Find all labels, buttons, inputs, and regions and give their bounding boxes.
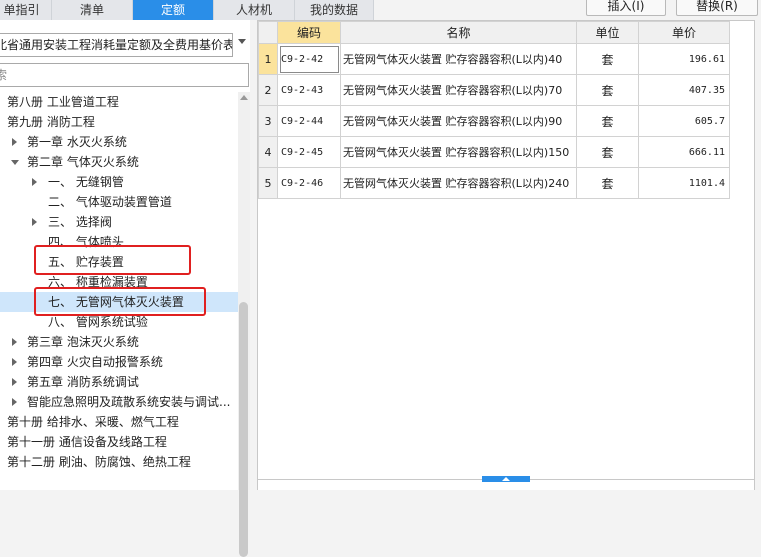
tree-node[interactable]: 二、 气体驱动装置管道 (0, 192, 238, 212)
replace-button[interactable]: 替换(R) (676, 0, 758, 16)
column-header-code[interactable]: 编码 (277, 21, 341, 44)
cell-code[interactable]: C9-2-42 (277, 43, 341, 75)
cell-unit[interactable]: 套 (576, 43, 639, 75)
cell-price[interactable]: 196.61 (638, 43, 730, 75)
cell-name[interactable]: 无管网气体灭火装置 贮存容器容积(L以内)70 (340, 74, 577, 106)
expand-arrow-icon[interactable] (12, 338, 17, 346)
tab-my-data[interactable]: 我的数据 (295, 0, 374, 20)
quota-grid-panel: 编码 名称 单位 单价 1 C9-2-42 无管网气体灭火装置 贮存容器容积(L… (257, 20, 755, 480)
scrollbar-thumb[interactable] (239, 302, 248, 557)
table-header-row: 编码 名称 单位 单价 (258, 21, 730, 44)
cell-code[interactable]: C9-2-43 (277, 74, 341, 106)
collapse-arrow-icon[interactable] (11, 160, 19, 165)
tree-node[interactable]: 第四章 火灾自动报警系统 (0, 352, 238, 372)
cell-code[interactable]: C9-2-44 (277, 105, 341, 137)
tab-bill[interactable]: 清单 (52, 0, 133, 20)
tree-node[interactable]: 第一章 水灭火系统 (0, 132, 238, 152)
cell-name[interactable]: 无管网气体灭火装置 贮存容器容积(L以内)240 (340, 167, 577, 199)
row-index: 2 (258, 74, 278, 106)
expand-arrow-icon[interactable] (12, 358, 17, 366)
tab-quota[interactable]: 定额 (133, 0, 214, 20)
expand-arrow-icon[interactable] (12, 138, 17, 146)
tree-node[interactable]: 第十二册 刷油、防腐蚀、绝热工程 (0, 452, 238, 472)
quota-library-select[interactable]: 北省通用安装工程消耗量定额及全费用基价表 (0, 33, 233, 57)
scroll-up-icon[interactable] (240, 95, 248, 100)
chevron-down-icon[interactable] (238, 39, 246, 44)
table-row[interactable]: 5 C9-2-46 无管网气体灭火装置 贮存容器容积(L以内)240 套 110… (258, 167, 730, 199)
insert-button[interactable]: 插入(I) (586, 0, 666, 16)
expand-arrow-icon[interactable] (12, 378, 17, 386)
cell-unit[interactable]: 套 (576, 105, 639, 137)
cell-price[interactable]: 666.11 (638, 136, 730, 168)
highlight-box-storage-device (34, 245, 191, 275)
row-index: 3 (258, 105, 278, 137)
table-row[interactable]: 4 C9-2-45 无管网气体灭火装置 贮存容器容积(L以内)150 套 666… (258, 136, 730, 168)
row-index: 4 (258, 136, 278, 168)
row-index-header (258, 21, 278, 44)
search-placeholder: 索 (0, 68, 7, 82)
tree-node[interactable]: 第三章 泡沫灭火系统 (0, 332, 238, 352)
bottom-panel-bar (257, 476, 755, 490)
cell-unit[interactable]: 套 (576, 136, 639, 168)
highlight-box-pipeless-device (34, 287, 206, 316)
tree-node[interactable]: 一、 无缝钢管 (0, 172, 238, 192)
tab-labor-material-machine[interactable]: 人材机 (214, 0, 295, 20)
chapter-tree: 第八册 工业管道工程 第九册 消防工程 第一章 水灭火系统 第二章 气体灭火系统… (0, 92, 238, 482)
column-header-unit[interactable]: 单位 (576, 21, 639, 44)
panel-splitter[interactable] (250, 20, 257, 490)
cell-code[interactable]: C9-2-45 (277, 136, 341, 168)
cell-name[interactable]: 无管网气体灭火装置 贮存容器容积(L以内)40 (340, 43, 577, 75)
category-tabs: 单指引 清单 定额 人材机 我的数据 (0, 0, 380, 20)
row-index: 5 (258, 167, 278, 199)
search-input[interactable]: 索 (0, 63, 249, 87)
cell-code[interactable]: C9-2-46 (277, 167, 341, 199)
quota-tree-panel: 北省通用安装工程消耗量定额及全费用基价表 索 第八册 工业管道工程 第九册 消防… (0, 20, 250, 557)
tree-node[interactable]: 第八册 工业管道工程 (0, 92, 238, 112)
tree-scrollbar[interactable] (238, 92, 250, 557)
expand-arrow-icon[interactable] (12, 398, 17, 406)
tree-node[interactable]: 智能应急照明及疏散系统安装与调试... (0, 392, 238, 412)
table-row[interactable]: 3 C9-2-44 无管网气体灭火装置 贮存容器容积(L以内)90 套 605.… (258, 105, 730, 137)
tree-node[interactable]: 第二章 气体灭火系统 (0, 152, 238, 172)
expand-arrow-icon[interactable] (32, 218, 37, 226)
tree-node[interactable]: 第九册 消防工程 (0, 112, 238, 132)
cell-price[interactable]: 407.35 (638, 74, 730, 106)
row-index: 1 (258, 43, 278, 75)
tree-node[interactable]: 第十册 给排水、采暖、燃气工程 (0, 412, 238, 432)
expand-arrow-icon[interactable] (32, 178, 37, 186)
tab-guide[interactable]: 单指引 (0, 0, 52, 20)
tree-node[interactable]: 三、 选择阀 (0, 212, 238, 232)
cell-name[interactable]: 无管网气体灭火装置 贮存容器容积(L以内)150 (340, 136, 577, 168)
quota-library-value: 北省通用安装工程消耗量定额及全费用基价表 (0, 38, 233, 52)
cell-price[interactable]: 1101.4 (638, 167, 730, 199)
cell-unit[interactable]: 套 (576, 74, 639, 106)
tree-node[interactable]: 第十一册 通信设备及线路工程 (0, 432, 238, 452)
expand-panel-handle[interactable] (482, 476, 530, 482)
quota-table: 编码 名称 单位 单价 1 C9-2-42 无管网气体灭火装置 贮存容器容积(L… (258, 21, 730, 199)
cell-unit[interactable]: 套 (576, 167, 639, 199)
table-row[interactable]: 2 C9-2-43 无管网气体灭火装置 贮存容器容积(L以内)70 套 407.… (258, 74, 730, 106)
cell-price[interactable]: 605.7 (638, 105, 730, 137)
column-header-price[interactable]: 单价 (638, 21, 730, 44)
tree-node[interactable]: 第五章 消防系统调试 (0, 372, 238, 392)
column-header-name[interactable]: 名称 (340, 21, 577, 44)
table-row[interactable]: 1 C9-2-42 无管网气体灭火装置 贮存容器容积(L以内)40 套 196.… (258, 43, 730, 75)
cell-name[interactable]: 无管网气体灭火装置 贮存容器容积(L以内)90 (340, 105, 577, 137)
